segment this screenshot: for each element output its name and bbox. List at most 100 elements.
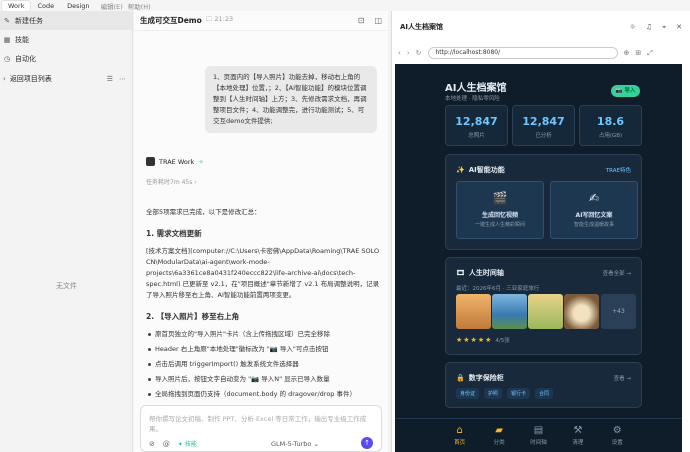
folder-icon: ▰ xyxy=(495,425,503,436)
menu-edit[interactable]: 编辑(E) xyxy=(101,1,123,11)
photo-thumbnail[interactable] xyxy=(456,294,491,329)
app-subtitle: 本地处理 · 隐私零风险 xyxy=(445,96,500,102)
stars-glyphs: ★★★★★ xyxy=(456,336,493,344)
send-button[interactable]: ↑ xyxy=(361,437,373,449)
user-message: 1、页面内的【导入照片】功能去掉，移动右上角的【本地处理】位置，；2、【AI智能… xyxy=(205,66,377,133)
tab-label: 设置 xyxy=(611,440,623,446)
stat-label: 总照片 xyxy=(468,133,485,139)
menu-help[interactable]: 帮助(H) xyxy=(128,1,151,11)
close-icon[interactable]: ✕ xyxy=(676,23,682,31)
broom-icon: ⚒ xyxy=(573,425,583,436)
list-item: 点击后调用 triggerImport() 触发系统文件选择器 xyxy=(146,359,382,370)
sidebar-item-label: 自动化 xyxy=(15,54,36,63)
bullet-list: 原首页独立的"导入照片"卡片（含上传拖拽区域）已完全移除 Header 右上角原… xyxy=(146,329,382,400)
stat-value: 12,847 xyxy=(522,115,565,128)
forward-icon[interactable]: › xyxy=(407,49,410,57)
feature-desc: 智能生成温暖故事 xyxy=(573,222,614,228)
feature-desc: 一键生成人生精彩瞬间 xyxy=(474,222,525,228)
attach-icon[interactable]: ⊘ xyxy=(149,440,155,448)
section-title: 1. 需求文档更新 xyxy=(146,229,202,238)
tab-label: 清理 xyxy=(572,440,584,446)
writing-icon: ✍ xyxy=(588,191,600,205)
vault-tag[interactable]: 身份证 xyxy=(456,388,480,399)
url-input[interactable]: http://localhost:8080/ xyxy=(427,47,618,59)
timeline-card: 🎞 人生时间轴 查看全部 → 最近：2026年6月 · 三亚家庭旅行 +43 ★★… xyxy=(445,257,642,355)
tab-timeline[interactable]: ▤ 时间轴 xyxy=(523,419,553,452)
back-icon[interactable]: ‹ xyxy=(398,49,401,57)
chat-input[interactable]: 帮你撰写论文初稿、制作 PPT、分析 Excel 等日常工作，输出专业级工作成果… xyxy=(140,405,382,452)
section-title: 2. 【导入照片】移至右上角 xyxy=(146,312,240,321)
tab-settings[interactable]: ⚙ 设置 xyxy=(602,419,632,452)
home-icon: ⌂ xyxy=(456,425,463,436)
task-elapsed[interactable]: 任务耗时7m 45s › xyxy=(146,177,197,186)
film-icon: 🎞 xyxy=(456,269,465,277)
sun-icon[interactable]: ☼ xyxy=(630,23,636,31)
more-icon[interactable]: ⋯ xyxy=(119,75,126,83)
url-bar: ‹ › ↻ http://localhost:8080/ ⊕ ⊞ ⤢ xyxy=(392,45,690,61)
photo-thumbnail[interactable] xyxy=(528,294,563,329)
import-button[interactable]: 📷 导入 xyxy=(611,85,640,97)
new-task-icon: ✎ xyxy=(4,16,10,25)
pin-icon[interactable]: ⌖ xyxy=(662,23,666,32)
card-title-text: 人生时间轴 xyxy=(468,269,504,277)
film-icon: ▤ xyxy=(533,425,544,436)
card-link[interactable]: 查看全部 → xyxy=(603,269,631,277)
tab-label: 分类 xyxy=(493,440,505,446)
skill-chip[interactable]: ✦ 技能 xyxy=(178,439,197,448)
fullscreen-icon[interactable]: ⤢ xyxy=(647,49,653,58)
vault-tag[interactable]: 银行卡 xyxy=(507,388,531,399)
stat-analyzed: 12,847 已分析 xyxy=(512,105,575,146)
card-link[interactable]: TRAE特色 xyxy=(606,166,631,174)
card-title-text: 数字保险柜 xyxy=(468,374,504,382)
vault-tag[interactable]: 合同 xyxy=(535,388,554,399)
tab-clean[interactable]: ⚒ 清理 xyxy=(563,419,593,452)
photo-thumbnail[interactable] xyxy=(564,294,599,329)
stat-storage: 18.6 占用(GB) xyxy=(579,105,642,146)
stat-value: 18.6 xyxy=(596,115,625,128)
task-elapsed-text: 任务耗时7m 45s xyxy=(146,179,193,186)
reload-icon[interactable]: ↻ xyxy=(416,49,422,57)
photo-thumbnail[interactable] xyxy=(492,294,527,329)
bell-icon[interactable]: ♫ xyxy=(646,23,652,31)
skill-chip-label: 技能 xyxy=(184,441,197,448)
tab-code[interactable]: Code xyxy=(31,1,60,11)
response-intro: 全部5项需求已完成，以下是修改汇总： xyxy=(146,208,261,216)
input-tools: ⊘ @ ✦ 技能 xyxy=(149,439,197,449)
app-tab-bar: ⌂ 首页 ▰ 分类 ▤ 时间轴 ⚒ 清理 ⚙ 设置 xyxy=(395,418,682,452)
feature-name: AI写回忆文案 xyxy=(575,212,613,219)
card-title-text: AI智能功能 xyxy=(468,166,505,174)
sidebar-item-skills[interactable]: ▦ 技能 xyxy=(0,30,132,49)
edit-icon[interactable]: ⊡ xyxy=(358,16,365,25)
devtools-icon[interactable]: ⊞ xyxy=(635,49,641,57)
feature-name: 生成回忆视频 xyxy=(481,212,518,219)
list-item: 全局拖拽到页面仍支持（document.body 的 dragover/drop… xyxy=(146,389,382,400)
chat-panel: 生成可交互Demo 🗀 21:23 ⊡ ◫ 1、页面内的【导入照片】功能去掉，移… xyxy=(134,11,388,452)
sidebar-item-label: 新建任务 xyxy=(15,16,43,25)
sidebar-item-new-task[interactable]: ✎ 新建任务 xyxy=(0,11,132,30)
open-external-icon[interactable]: ⊕ xyxy=(624,49,630,57)
feature-memory-video[interactable]: 🎬 生成回忆视频 一键生成人生精彩瞬间 xyxy=(456,181,544,239)
sidebar-item-automation[interactable]: ◷ 自动化 xyxy=(0,49,132,68)
stat-value: 12,847 xyxy=(455,115,498,128)
tab-design[interactable]: Design xyxy=(61,1,95,11)
tab-category[interactable]: ▰ 分类 xyxy=(484,419,514,452)
layout-icon[interactable]: ◫ xyxy=(374,16,382,25)
vault-tag[interactable]: 护照 xyxy=(484,388,503,399)
model-selector[interactable]: GLM-5-Turbo ⌄ xyxy=(271,440,319,448)
sparkle-icon: ✧ xyxy=(198,157,204,166)
more-photos[interactable]: +43 xyxy=(601,294,636,329)
card-link[interactable]: 查看 → xyxy=(614,374,631,382)
chat-header: 生成可交互Demo 🗀 21:23 ⊡ ◫ xyxy=(134,11,388,31)
rating-count: 4/5张 xyxy=(495,338,510,344)
vault-tags: 身份证 护照 银行卡 合同 xyxy=(456,388,554,399)
back-to-projects[interactable]: ‹ 返回项目列表 ☰ ⋯ xyxy=(0,70,132,87)
list-item: 导入照片后，按钮文字自动变为 "📷 导入N" 显示已导入数量 xyxy=(146,374,382,385)
list-view-icon[interactable]: ☰ xyxy=(107,75,113,83)
mention-icon[interactable]: @ xyxy=(163,440,170,448)
chat-time: 🗀 21:23 xyxy=(206,15,233,26)
tab-work[interactable]: Work xyxy=(2,0,31,11)
list-item: 原首页独立的"导入照片"卡片（含上传拖拽区域）已完全移除 xyxy=(146,329,382,340)
agent-name: TRAE Work xyxy=(159,157,195,166)
feature-memory-text[interactable]: ✍ AI写回忆文案 智能生成温暖故事 xyxy=(550,181,638,239)
tab-home[interactable]: ⌂ 首页 xyxy=(445,419,475,452)
